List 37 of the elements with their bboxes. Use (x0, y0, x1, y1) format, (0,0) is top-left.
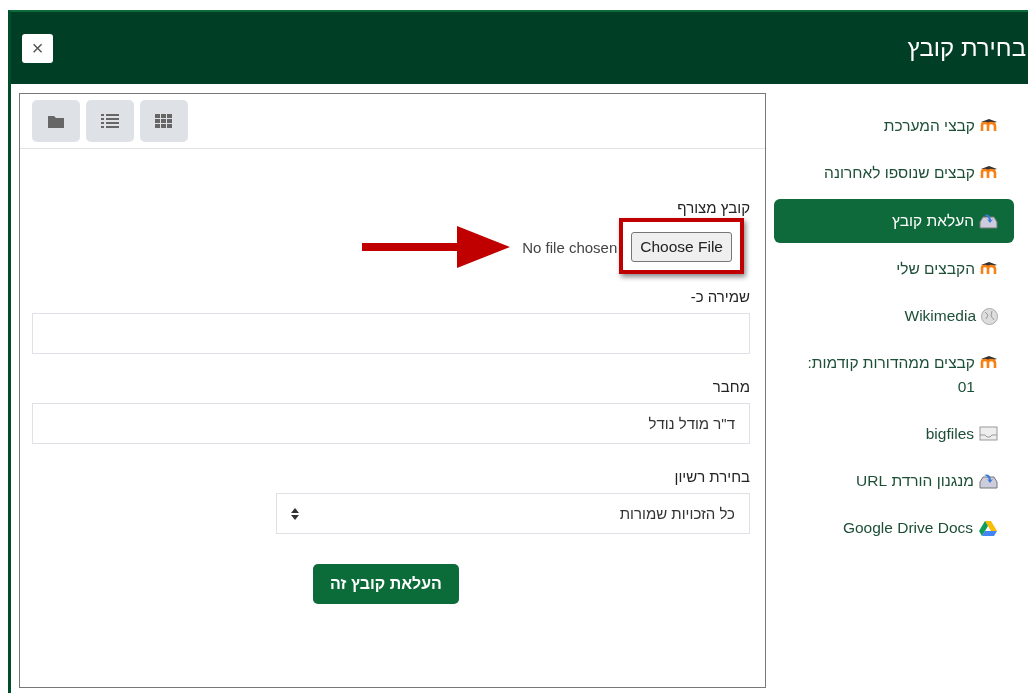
dialog-title: בחירת קובץ (907, 34, 1027, 62)
grid-view-button[interactable] (140, 100, 188, 142)
text-input-field[interactable]: ד"ר מודל נודל (32, 403, 750, 444)
text-input-field[interactable] (32, 313, 750, 354)
choose-file-button[interactable]: Choose File (631, 232, 732, 262)
moodle-logo-icon (980, 165, 998, 179)
tray-icon (979, 426, 998, 441)
license-select[interactable]: כל הזכויות שמורות (276, 493, 750, 534)
globe-icon (981, 308, 998, 325)
repository-item[interactable]: מנגנון הורדת URL (774, 460, 1014, 502)
repository-item[interactable]: Google Drive Docs (774, 507, 1014, 549)
list-view-button[interactable] (86, 100, 134, 142)
moodle-logo-icon (980, 355, 998, 369)
repository-item[interactable]: קבצים ממהדורות קודמות: 01 (774, 342, 1014, 408)
close-button[interactable]: × (22, 33, 53, 63)
moodle-logo-icon (980, 118, 998, 132)
field-label: בחירת רשיון (674, 468, 750, 485)
drive-logo-icon (978, 520, 998, 537)
field-label: מחבר (712, 378, 750, 395)
repository-item[interactable]: הקבצים שלי (774, 248, 1014, 290)
upload-tray-icon (979, 473, 998, 489)
grid-icon (155, 114, 173, 128)
repository-item[interactable]: bigfiles (774, 413, 1014, 455)
folder-view-button[interactable] (32, 100, 80, 142)
repository-item[interactable]: העלאת קובץ (774, 199, 1014, 243)
repository-item[interactable]: Wikimedia (774, 295, 1014, 337)
folder-icon (48, 114, 64, 128)
field-label: שמירה כ- (690, 288, 750, 305)
file-status-text: No file chosen (522, 238, 618, 256)
upload-tray-icon (979, 213, 998, 229)
list-icon (101, 114, 119, 128)
repository-item[interactable]: קבצים שנוספו לאחרונה (774, 152, 1014, 194)
sort-caret-icon (291, 507, 299, 520)
upload-submit-button[interactable]: העלאת קובץ זה (313, 564, 459, 604)
moodle-logo-icon (980, 261, 998, 275)
repository-item[interactable]: קבצי המערכת (774, 105, 1014, 147)
field-label: קובץ מצורף (677, 199, 750, 216)
